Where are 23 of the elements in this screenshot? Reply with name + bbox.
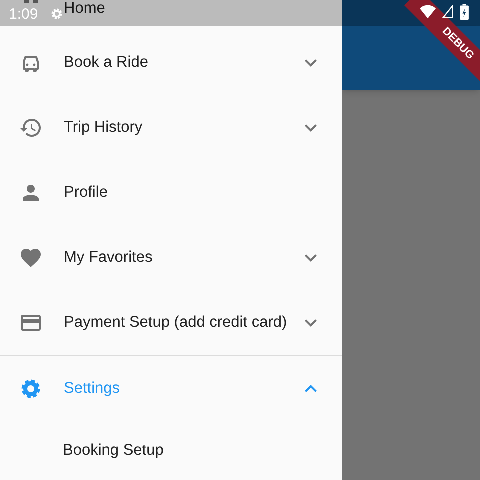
item-label: Book a Ride: [64, 52, 150, 73]
settings-icon: [50, 7, 64, 21]
item-label: Payment Setup (add credit card): [64, 312, 288, 333]
chevron-down-icon: [305, 254, 317, 262]
chevron-down-icon: [305, 58, 317, 66]
item-label: Profile: [64, 182, 109, 203]
drawer-item[interactable]: Trip History: [0, 95, 342, 160]
drawer-item[interactable]: Book a Ride: [0, 30, 342, 95]
drawer-item[interactable]: My Favorites: [0, 225, 342, 290]
drawer-item[interactable]: Profile: [0, 160, 342, 225]
chevron-down-icon: [305, 124, 317, 132]
item-label: My Favorites: [64, 248, 154, 268]
signal-icon: [442, 5, 454, 19]
drawer-subitem[interactable]: Booking Setup: [0, 421, 342, 480]
item-label: Settings: [64, 378, 122, 399]
drawer-item[interactable]: Payment Setup (add credit card): [0, 290, 342, 355]
chevron-up-icon: [305, 384, 317, 392]
item-label[interactable]: Home: [64, 0, 317, 21]
item-label: Trip History: [64, 118, 144, 138]
wifi-icon: [420, 5, 436, 19]
battery-icon: [460, 4, 469, 20]
status-time: 1:09: [9, 8, 38, 20]
chevron-down-icon: [305, 318, 317, 326]
